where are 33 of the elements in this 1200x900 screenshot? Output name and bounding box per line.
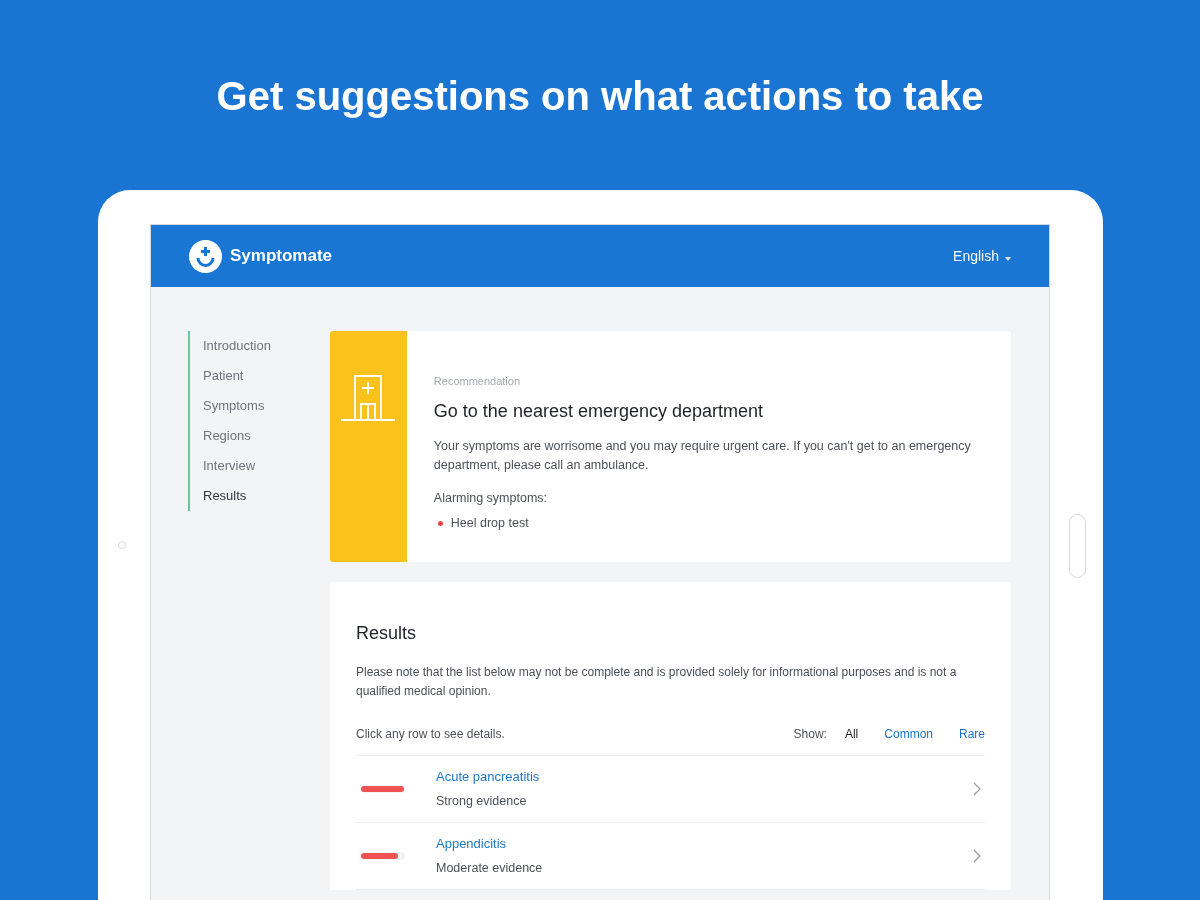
step-link[interactable]: Introduction (203, 335, 298, 357)
condition-link[interactable]: Appendicitis (436, 834, 543, 854)
filter-label: Show: (793, 726, 827, 743)
logo-icon (189, 239, 222, 273)
recommendation-title: Go to the nearest emergency department (433, 399, 764, 423)
language-select[interactable]: English (953, 245, 1011, 267)
recommendation-text: Your symptoms are worrisome and you may require urgent care. If you can't get to an emergency department, please call an ambulance. (433, 437, 971, 474)
step-link[interactable]: Symptoms (203, 395, 298, 417)
caret-icon (1005, 256, 1011, 261)
evidence-text: Moderate evidence (436, 859, 543, 877)
chevron-right-icon (973, 782, 981, 796)
chevron-right-icon (973, 849, 981, 863)
filter-link[interactable]: Common (884, 725, 933, 743)
step-link[interactable]: Results (203, 485, 298, 507)
app-name: Symptomate (230, 245, 333, 268)
symptom-text: Heel drop test (450, 515, 529, 533)
condition-link[interactable]: Acute pancreatitis (436, 767, 540, 787)
disclaimer-text: Please note that the list below may not be complete and is provided solely for informational purposes and is not a qualified medical opinion. (356, 664, 958, 700)
hospital-icon (340, 373, 397, 423)
evidence-text: Strong evidence (436, 792, 528, 810)
filter-link[interactable]: Rare (959, 725, 985, 743)
section-label: Recommendation (433, 374, 522, 389)
step-link[interactable]: Patient (203, 365, 298, 387)
condition-row[interactable]: Appendicitis Moderate evidence (356, 823, 985, 890)
hint-text: Click any row to see details. (356, 726, 505, 743)
results-title: Results (356, 622, 418, 645)
bullet-icon (437, 521, 443, 527)
condition-row[interactable]: Acute pancreatitis Strong evidence (356, 756, 985, 823)
headline: Get suggestions on what actions to take (215, 73, 985, 120)
step-link[interactable]: Interview (203, 455, 298, 477)
alarming-label: Alarming symptoms: (433, 489, 549, 507)
step-link[interactable]: Regions (203, 425, 298, 447)
filter-link[interactable]: All (844, 725, 859, 743)
